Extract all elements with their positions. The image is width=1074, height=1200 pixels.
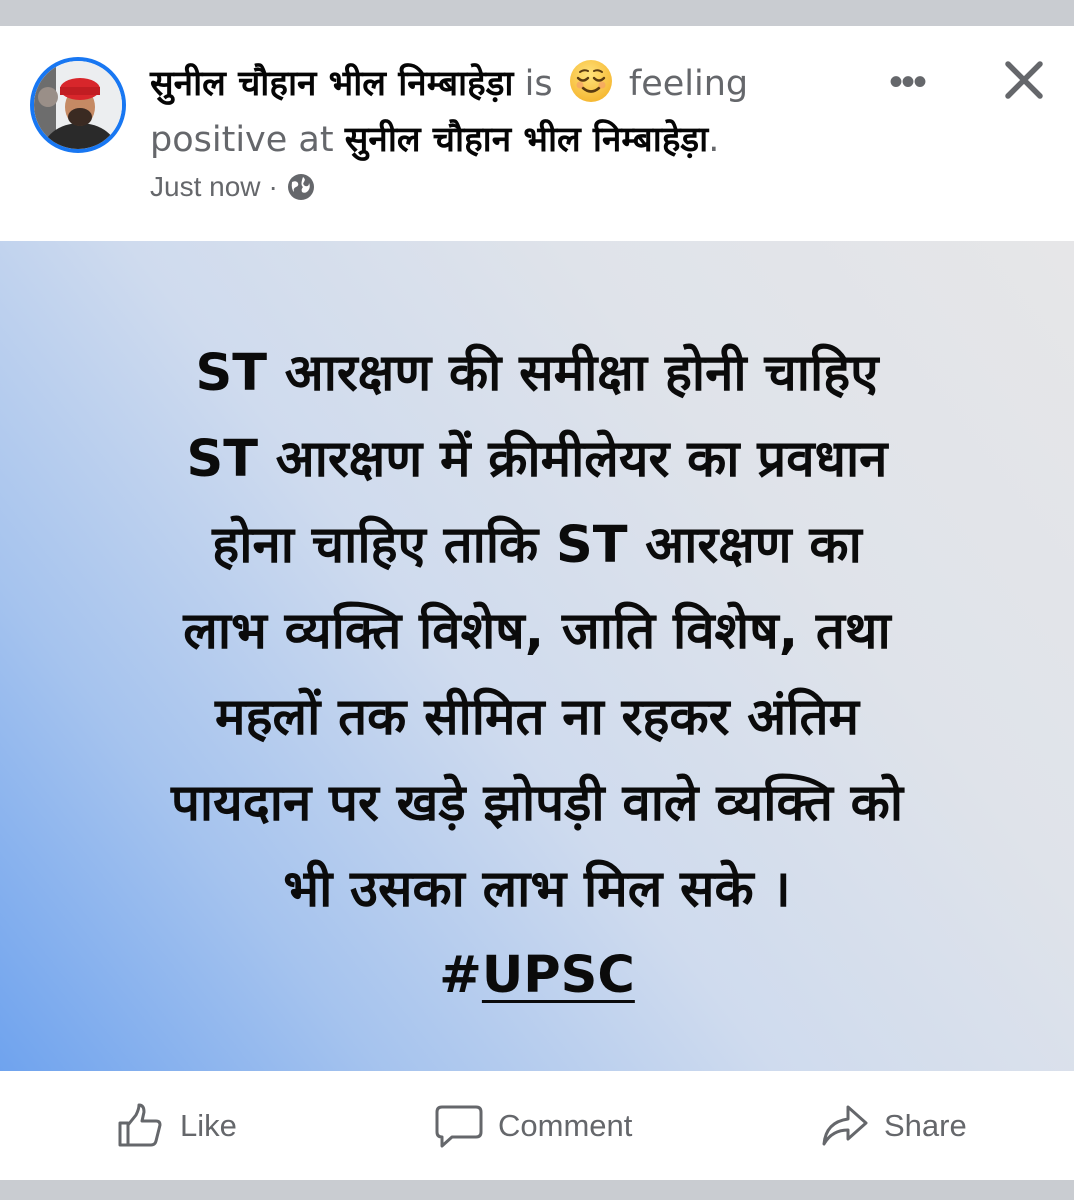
comment-label: Comment [498, 1108, 633, 1143]
timestamp[interactable]: Just now [150, 171, 261, 203]
post-header: सुनील चौहान भील निम्बाहेड़ा is feeling p… [150, 56, 850, 168]
post-body-line: ST आरक्षण में क्रीमीलेयर का प्रवधान [186, 430, 888, 489]
feed-separator-top [0, 0, 1074, 26]
more-options-icon: ••• [888, 60, 927, 104]
post-body-line: भी उसका लाभ मिल सके । [283, 860, 791, 919]
post-body-line: महलों तक सीमित ना रहकर अंतिम [214, 688, 860, 747]
like-button[interactable]: Like [116, 1101, 237, 1151]
post-card: सुनील चौहान भील निम्बाहेड़ा is feeling p… [0, 26, 1074, 1180]
comment-icon [435, 1105, 483, 1148]
hashtag-link[interactable]: UPSC [482, 946, 635, 1005]
share-icon [822, 1105, 868, 1146]
like-icon [118, 1103, 162, 1147]
author-name[interactable]: सुनील चौहान भील निम्बाहेड़ा [150, 64, 514, 104]
author-avatar[interactable] [30, 57, 126, 153]
is-text: is [524, 64, 553, 104]
meta-separator: · [268, 171, 278, 202]
feed-separator-bottom [0, 1180, 1074, 1200]
avatar-image [34, 61, 122, 149]
location-suffix: . [708, 120, 720, 160]
share-label: Share [884, 1108, 967, 1143]
post-body-line: होना चाहिए ताकि ST आरक्षण का [212, 516, 862, 575]
post-body-line: पायदान पर खड़े झोपड़ी वाले व्यक्ति को [170, 774, 904, 833]
post-body-line: ST आरक्षण की समीक्षा होनी चाहिए [195, 344, 879, 403]
post-body-line: लाभ व्यक्ति विशेष, जाति विशेष, तथा [183, 602, 891, 661]
close-icon[interactable] [1000, 56, 1048, 104]
post-body: ST आरक्षण की समीक्षा होनी चाहिए ST आरक्ष… [60, 331, 1014, 1019]
comment-button[interactable]: Comment [434, 1101, 632, 1151]
share-button[interactable]: Share [820, 1101, 967, 1151]
post-background: ST आरक्षण की समीक्षा होनी चाहिए ST आरक्ष… [0, 241, 1074, 1071]
relieved-face-emoji-icon [568, 58, 614, 104]
hashtag-line: #UPSC [60, 933, 1014, 1019]
hashtag-prefix: # [439, 946, 482, 1005]
action-bar: Like Comment Share [0, 1071, 1074, 1180]
more-options-button[interactable]: ••• [882, 62, 932, 102]
location-name[interactable]: सुनील चौहान भील निम्बाहेड़ा [345, 120, 709, 160]
like-label: Like [180, 1108, 237, 1143]
globe-icon[interactable] [286, 172, 316, 202]
post-meta: Just now · [150, 171, 316, 203]
